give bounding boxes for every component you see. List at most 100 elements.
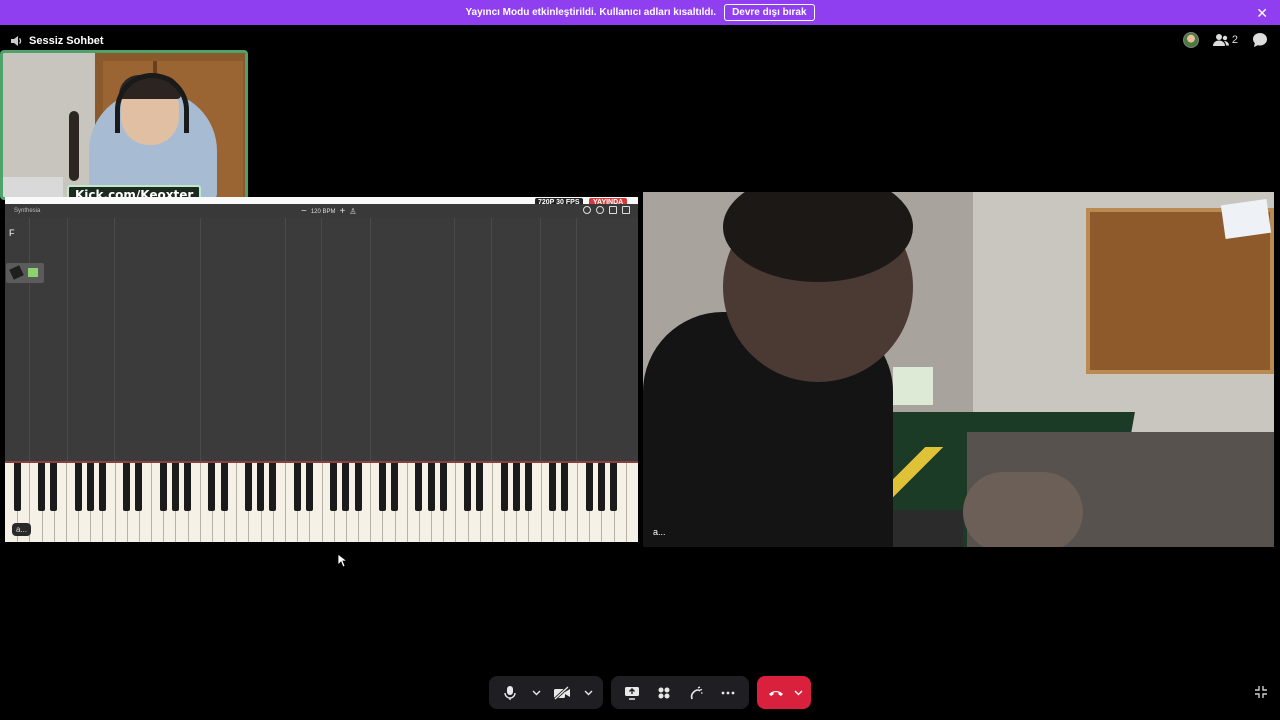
participant-count: 2 xyxy=(1231,34,1238,46)
black-key xyxy=(427,463,435,511)
app-tools xyxy=(583,206,630,214)
gear-icon xyxy=(583,206,591,214)
white-key-divider xyxy=(491,463,493,542)
black-key xyxy=(342,463,350,511)
black-key xyxy=(305,463,313,511)
more-icon xyxy=(721,691,735,694)
white-key-divider xyxy=(114,463,116,542)
black-key xyxy=(13,463,21,511)
black-key xyxy=(330,463,338,511)
chat-bubble-icon[interactable] xyxy=(1252,32,1268,48)
topbar-actions: 2 xyxy=(1182,32,1268,48)
white-key-divider xyxy=(455,463,457,542)
chevron-down-icon xyxy=(532,690,540,695)
lane-line xyxy=(491,218,492,461)
camera-button[interactable] xyxy=(549,680,575,706)
more-options-button[interactable] xyxy=(715,680,741,706)
close-icon[interactable]: ✕ xyxy=(1256,5,1268,22)
camera-off-icon xyxy=(553,685,570,700)
lane-line xyxy=(321,218,322,461)
metronome-icon: ♙ xyxy=(349,207,357,216)
lane-line xyxy=(114,218,115,461)
camera-tile[interactable] xyxy=(643,192,1274,547)
share-controls xyxy=(611,676,749,709)
disable-streamer-mode-button[interactable]: Devre dışı bırak xyxy=(724,4,815,21)
black-key xyxy=(208,463,216,511)
white-key-divider xyxy=(151,463,153,542)
end-call-options[interactable] xyxy=(791,680,805,706)
voice-channel-header: Sessiz Sohbet xyxy=(10,34,104,48)
black-key xyxy=(269,463,277,511)
microphone-button[interactable] xyxy=(497,680,523,706)
black-key xyxy=(257,463,265,511)
black-key xyxy=(171,463,179,511)
black-key xyxy=(476,463,484,511)
minus-icon: − xyxy=(301,206,307,217)
camera-options[interactable] xyxy=(581,680,595,706)
tempo-value: 120 BPM xyxy=(310,208,336,215)
screen-share-icon xyxy=(625,686,639,700)
search-icon xyxy=(596,206,604,214)
lane-line xyxy=(576,218,577,461)
white-key-divider xyxy=(406,463,408,542)
black-key xyxy=(549,463,557,511)
white-key-divider xyxy=(199,463,201,542)
library-icon xyxy=(609,206,617,214)
black-key xyxy=(561,463,569,511)
black-key xyxy=(50,463,58,511)
avatar[interactable] xyxy=(1182,32,1199,48)
lane-line xyxy=(285,218,286,461)
lane-line xyxy=(200,218,201,461)
plus-icon: + xyxy=(339,206,346,217)
black-key xyxy=(38,463,46,511)
speaker-icon xyxy=(11,36,22,46)
end-call-button[interactable] xyxy=(763,680,789,706)
camera-user-label: a... xyxy=(653,527,666,537)
guitar xyxy=(69,111,79,181)
microphone-options[interactable] xyxy=(529,680,543,706)
minimize-icon xyxy=(1255,686,1267,698)
black-key xyxy=(464,463,472,511)
streamer-mode-banner: Yayıncı Modu etkinleştirildi. Kullanıcı … xyxy=(0,0,1280,25)
green-indicator xyxy=(28,268,38,277)
screen-share-button[interactable] xyxy=(619,680,645,706)
black-key xyxy=(610,463,618,511)
instrument-chip xyxy=(6,263,44,283)
black-key xyxy=(74,463,82,511)
banner-text: Yayıncı Modu etkinleştirildi. Kullanıcı … xyxy=(465,7,717,18)
white-key-divider xyxy=(577,463,579,542)
fullscreen-icon xyxy=(622,206,630,214)
black-key xyxy=(86,463,94,511)
mouse-cursor xyxy=(337,553,347,568)
stream-user-label: a... xyxy=(12,523,32,536)
white-key-divider xyxy=(236,463,238,542)
people-icon xyxy=(1212,34,1229,46)
white-key-divider xyxy=(284,463,286,542)
call-controls xyxy=(489,676,811,709)
activities-button[interactable] xyxy=(651,680,677,706)
white-key-divider xyxy=(625,463,627,542)
app-toolbar: Synthesia − 120 BPM + ♙ xyxy=(5,204,638,218)
lane-line xyxy=(29,218,30,461)
streamer-webcam-overlay: Kick.com/Keoxter xyxy=(0,50,248,200)
tempo-control: − 120 BPM + ♙ xyxy=(301,206,357,217)
participants-button[interactable]: 2 xyxy=(1212,33,1238,47)
black-key xyxy=(524,463,532,511)
lane-line xyxy=(454,218,455,461)
chevron-down-icon xyxy=(584,690,592,695)
screen-share-tile[interactable]: 720P 30 FPS YAYINDA Synthesia − 120 BPM … xyxy=(5,197,638,542)
channel-name: Sessiz Sohbet xyxy=(29,35,104,47)
black-key xyxy=(220,463,228,511)
black-key xyxy=(439,463,447,511)
activities-icon xyxy=(658,687,670,698)
soundboard-button[interactable] xyxy=(683,680,709,706)
exit-fullscreen-button[interactable] xyxy=(1254,685,1268,704)
media-controls xyxy=(489,676,603,709)
white-key-divider xyxy=(321,463,323,542)
black-key xyxy=(244,463,252,511)
black-key xyxy=(500,463,508,511)
black-key xyxy=(135,463,143,511)
end-call-icon xyxy=(769,690,783,696)
piano-icon xyxy=(9,265,24,280)
black-key xyxy=(597,463,605,511)
